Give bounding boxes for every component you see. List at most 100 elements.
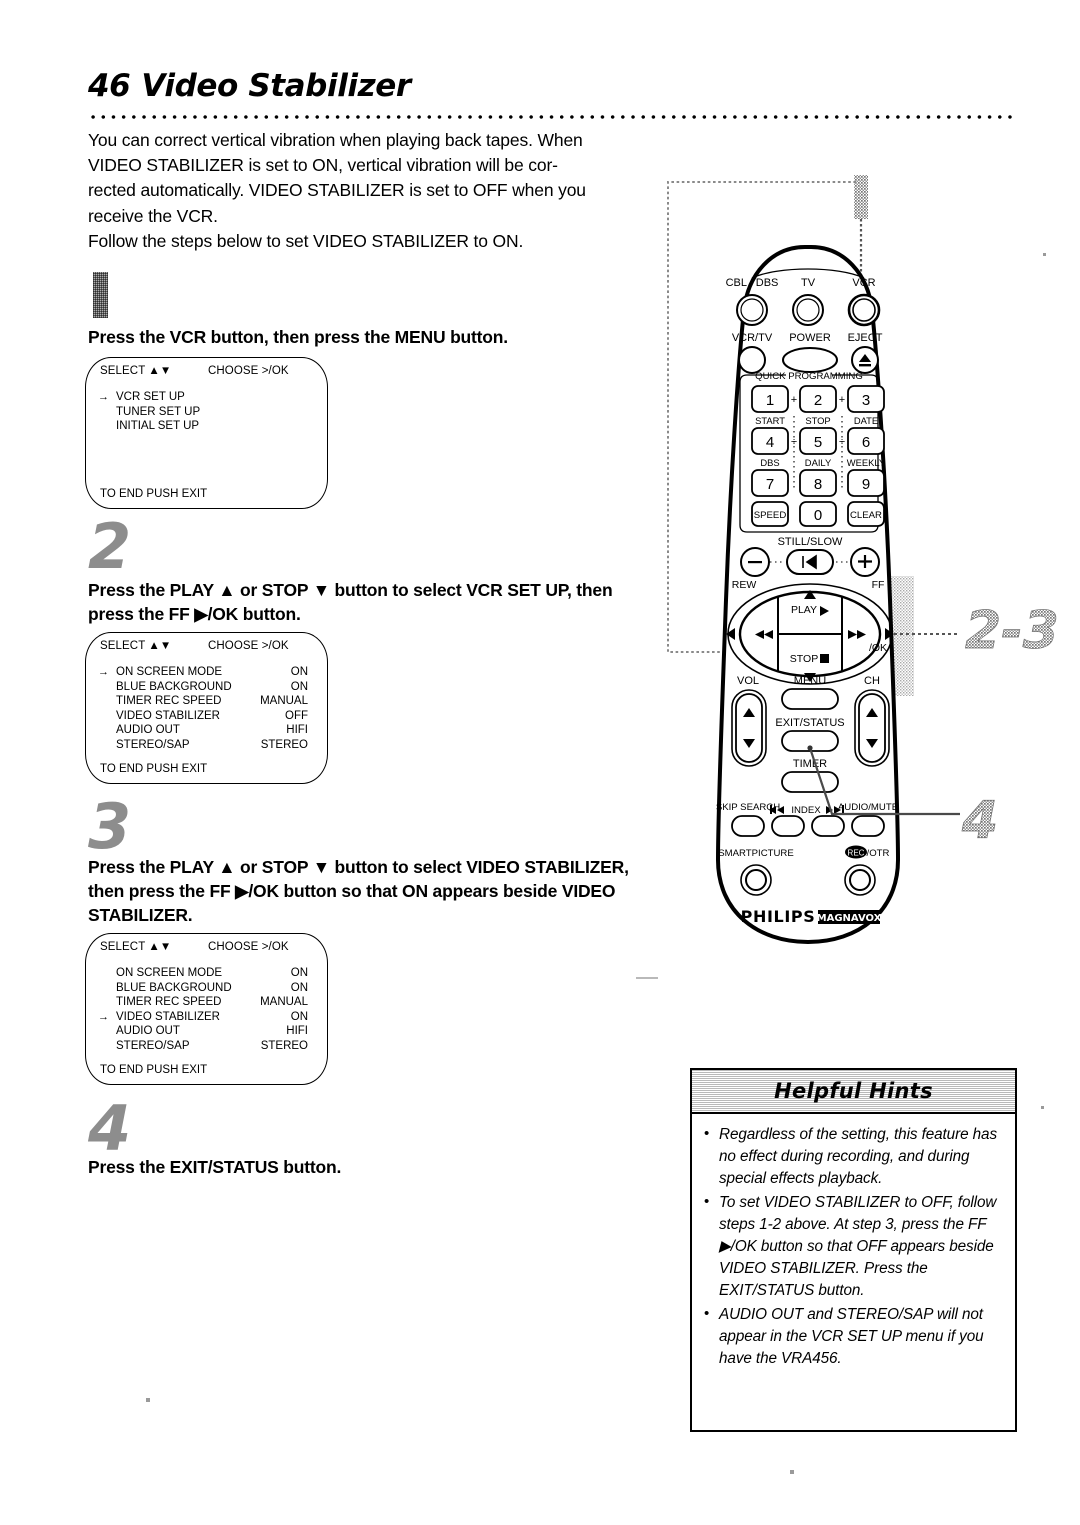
button-audio-mute (851, 815, 885, 837)
svg-text:0: 0 (814, 507, 822, 524)
page-number: 46 (88, 68, 131, 104)
osd-item-label: TIMER REC SPEED (116, 996, 222, 1009)
label-ch: CH (864, 675, 880, 687)
svg-text:2: 2 (814, 392, 822, 409)
osd-menu-list: → ON SCREEN MODE ON BLUE BACKGROUND ON T… (98, 665, 313, 753)
osd-item-label: STEREO/SAP (116, 1039, 190, 1052)
callout-2-3: 2-3 (965, 601, 1059, 661)
osd-menu-item[interactable]: AUDIO OUT HIFI (116, 723, 313, 738)
osd-menu-item[interactable]: TUNER SET UP (116, 405, 313, 420)
osd-item-value: MANUAL (260, 996, 308, 1009)
step-number-4: 4 (88, 1092, 132, 1165)
osd-menu-item[interactable]: VIDEO STABILIZER OFF (116, 709, 313, 724)
title-dotted-rule (88, 114, 1018, 120)
osd-menu-item[interactable]: ON SCREEN MODE ON (116, 966, 313, 981)
osd-item-value (234, 390, 308, 405)
step-2-instruction: Press the PLAY ▲ or STOP ▼ button to sel… (88, 580, 613, 624)
svg-text:8: 8 (814, 476, 822, 493)
svg-text:+: + (791, 394, 797, 406)
hint-item: AUDIO OUT and STEREO/SAP will not appear… (702, 1303, 1003, 1371)
label-menu: MENU (794, 675, 826, 687)
step-1-instruction: Press the VCR button, then press the MEN… (88, 327, 508, 347)
helpful-hints-list: Regardless of the setting, this feature … (692, 1114, 1015, 1370)
osd-menu-item[interactable]: → VCR SET UP (98, 390, 313, 405)
label-ok: /OK (869, 642, 887, 654)
intro-line: VIDEO STABILIZER is set to ON, vertical … (88, 155, 558, 176)
label-rew: REW (732, 579, 757, 591)
osd-item-label: INITIAL SET UP (116, 420, 200, 433)
osd-item-label: TUNER SET UP (116, 405, 201, 418)
osd-item-label: AUDIO OUT (116, 1025, 180, 1038)
label-stop-key: STOP (805, 415, 830, 426)
osd-menu-item[interactable]: BLUE BACKGROUND ON (116, 981, 313, 996)
osd-footer: TO END PUSH EXIT (100, 763, 208, 775)
osd-menu-item[interactable]: BLUE BACKGROUND ON (116, 680, 313, 695)
callout-4: 4 (961, 791, 998, 851)
label-stop: STOP (790, 653, 818, 665)
osd-item-label: ON SCREEN MODE (116, 666, 223, 678)
label-eject: EJECT (848, 332, 883, 344)
hint-item: To set VIDEO STABILIZER to OFF, follow s… (702, 1191, 1003, 1303)
page-title-text: Video Stabilizer (141, 68, 411, 104)
step-number-1 (93, 272, 108, 318)
svg-text:9: 9 (862, 476, 870, 493)
osd-item-label: VIDEO STABILIZER (116, 709, 220, 722)
osd-menu-item[interactable]: → ON SCREEN MODE ON (98, 665, 313, 680)
scan-speck (146, 1398, 150, 1402)
osd-item-value (234, 419, 308, 434)
label-cbl-dbs: CBL / DBS (726, 277, 779, 289)
scan-speck (790, 1470, 794, 1474)
osd-footer: TO END PUSH EXIT (100, 488, 208, 500)
helpful-hints-box: Helpful Hints Regardless of the setting,… (690, 1068, 1017, 1432)
hint-item: Regardless of the setting, this feature … (702, 1123, 1003, 1191)
label-play: PLAY (791, 604, 817, 616)
osd-menu-item[interactable]: → VIDEO STABILIZER ON (98, 1010, 313, 1025)
osd-menu-item[interactable]: TIMER REC SPEED MANUAL (116, 694, 313, 709)
osd-menu-item[interactable]: AUDIO OUT HIFI (116, 1024, 313, 1039)
label-ff: FF (872, 579, 885, 591)
label-quick-programming: QUICK PROGRAMMING (755, 371, 863, 382)
svg-text:REC: REC (848, 849, 865, 858)
button-skip-search (731, 815, 765, 837)
label-timer: TIMER (793, 758, 827, 770)
selection-arrow-icon: → (98, 391, 109, 403)
button-power (782, 347, 838, 373)
label-weekly: WEEKLY (847, 457, 886, 468)
osd-screen-step-1: SELECT ▲▼ CHOOSE >/OK → VCR SET UP TUNER… (85, 357, 328, 509)
osd-item-label: BLUE BACKGROUND (116, 680, 232, 693)
helpful-hints-title: Helpful Hints (774, 1079, 933, 1103)
label-daily: DAILY (805, 457, 832, 468)
button-index-back (771, 815, 805, 837)
osd-screen-step-3: SELECT ▲▼ CHOOSE >/OK ON SCREEN MODE ON … (85, 933, 328, 1085)
osd-header: SELECT ▲▼ CHOOSE >/OK (100, 640, 315, 652)
svg-text:1: 1 (766, 392, 774, 409)
osd-item-value: MANUAL (260, 695, 308, 708)
label-vol: VOL (737, 675, 759, 687)
osd-menu-item[interactable]: STEREO/SAP STEREO (116, 1039, 313, 1054)
label-start: START (755, 415, 785, 426)
svg-text:+: + (839, 394, 845, 406)
osd-item-value: HIFI (286, 724, 308, 737)
label-still-slow: STILL/SLOW (778, 536, 843, 548)
intro-line: Follow the steps below to set VIDEO STAB… (88, 230, 524, 251)
intro-line: You can correct vertical vibration when … (88, 130, 583, 150)
svg-text:4: 4 (766, 434, 774, 451)
osd-item-value: ON (290, 967, 308, 979)
svg-text:3: 3 (862, 392, 870, 409)
osd-select-label: SELECT ▲▼ (100, 365, 172, 377)
intro-line: rected automatically. VIDEO STABILIZER i… (88, 180, 586, 201)
brand-magnavox: MAGNAVOX (817, 913, 882, 924)
osd-item-value: ON (290, 680, 308, 693)
button-vcr-tv (738, 346, 766, 374)
osd-menu-item[interactable]: TIMER REC SPEED MANUAL (116, 995, 313, 1010)
osd-menu-item[interactable]: STEREO/SAP STEREO (116, 738, 313, 753)
osd-item-label: VIDEO STABILIZER (116, 1010, 220, 1023)
osd-item-value: ON (290, 1010, 308, 1023)
stop-icon (820, 654, 829, 663)
label-vcr-tv: VCR/TV (732, 332, 773, 344)
label-dbs: DBS (760, 457, 779, 468)
osd-item-value: OFF (285, 709, 308, 722)
osd-menu-item[interactable]: INITIAL SET UP (116, 419, 313, 434)
button-index-fwd (811, 815, 845, 837)
osd-footer: TO END PUSH EXIT (100, 1064, 208, 1076)
